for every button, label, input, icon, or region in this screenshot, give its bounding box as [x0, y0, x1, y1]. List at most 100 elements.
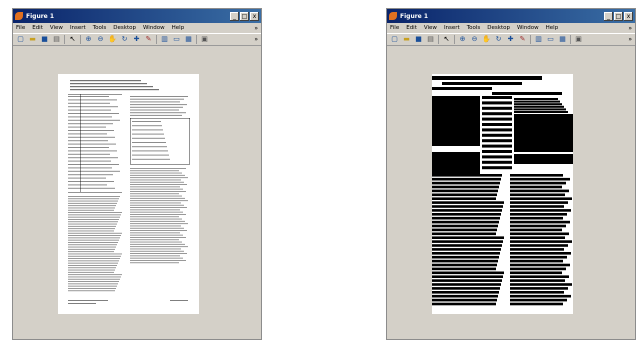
save-icon[interactable]: ■ [40, 35, 49, 44]
toolbar-overflow-icon[interactable]: » [628, 36, 632, 43]
maximize-button[interactable]: □ [240, 11, 249, 21]
text-line [130, 250, 184, 252]
text-line [68, 262, 118, 264]
zoom-in-icon[interactable]: ⊕ [84, 35, 93, 44]
rotate-icon[interactable]: ↻ [120, 35, 129, 44]
figure-canvas[interactable] [13, 46, 261, 339]
binary-line [432, 275, 503, 278]
menu-overflow-icon[interactable]: » [254, 25, 258, 32]
text-line [68, 207, 115, 209]
toolbar-overflow-icon[interactable]: » [254, 36, 258, 43]
menu-edit[interactable]: Edit [406, 25, 417, 31]
document-image-binarized-svg [432, 76, 573, 306]
text-line [68, 223, 117, 225]
save-icon[interactable]: ■ [414, 35, 423, 44]
binary-line [432, 302, 496, 306]
zoom-in-icon[interactable]: ⊕ [458, 35, 467, 44]
menu-insert[interactable]: Insert [444, 25, 460, 31]
new-file-icon[interactable]: ▢ [390, 35, 399, 44]
text-line [132, 158, 170, 160]
colorbar-icon[interactable]: ▥ [534, 35, 543, 44]
toolbar-separator [196, 35, 197, 44]
menu-desktop[interactable]: Desktop [487, 25, 510, 31]
rotate-icon[interactable]: ↻ [494, 35, 503, 44]
menu-tools[interactable]: Tools [93, 25, 107, 31]
text-line [68, 123, 113, 125]
minimize-button[interactable]: _ [604, 11, 613, 21]
text-line [132, 133, 164, 135]
text-line [130, 112, 186, 114]
close-button[interactable]: x [624, 11, 633, 21]
binary-line [510, 228, 562, 232]
text-line [130, 246, 188, 248]
dock-icon[interactable]: ▣ [574, 35, 583, 44]
title-bar[interactable]: Figure 1 _ □ x [387, 9, 635, 23]
text-line [68, 187, 115, 189]
binary-line [432, 228, 497, 232]
open-folder-icon[interactable]: ▬ [402, 35, 411, 44]
dock-icon[interactable]: ▣ [200, 35, 209, 44]
binary-line [510, 236, 565, 239]
data-cursor-icon[interactable]: ✚ [132, 35, 141, 44]
binary-line [510, 232, 569, 236]
pointer-icon[interactable]: ↖ [442, 35, 451, 44]
legend-icon[interactable]: ▭ [172, 35, 181, 44]
figure-window-original: Figure 1 _ □ x File Edit View Insert Too… [12, 8, 262, 340]
print-icon[interactable]: ▤ [426, 35, 435, 44]
legend-icon[interactable]: ▭ [546, 35, 555, 44]
menu-desktop[interactable]: Desktop [113, 25, 136, 31]
menu-file[interactable]: File [16, 25, 25, 31]
close-button[interactable]: x [250, 11, 259, 21]
menu-help[interactable]: Help [546, 25, 559, 31]
text-line [68, 237, 120, 239]
menu-help[interactable]: Help [172, 25, 185, 31]
text-line [130, 202, 181, 204]
binary-block [514, 114, 573, 152]
pan-icon[interactable]: ✋ [482, 35, 491, 44]
data-cursor-icon[interactable]: ✚ [506, 35, 515, 44]
binary-line [432, 255, 499, 259]
colorbar-icon[interactable]: ▥ [160, 35, 169, 44]
maximize-button[interactable]: □ [614, 11, 623, 21]
menu-view[interactable]: View [50, 25, 63, 31]
menu-window[interactable]: Window [143, 25, 165, 31]
figure-canvas[interactable] [387, 46, 635, 339]
text-line [130, 193, 179, 195]
menu-edit[interactable]: Edit [32, 25, 43, 31]
pan-icon[interactable]: ✋ [108, 35, 117, 44]
text-line [130, 234, 183, 236]
menu-window[interactable]: Window [517, 25, 539, 31]
zoom-out-icon[interactable]: ⊖ [470, 35, 479, 44]
plot-tools-icon[interactable]: ▦ [184, 35, 193, 44]
print-icon[interactable]: ▤ [52, 35, 61, 44]
text-line [68, 230, 114, 232]
binary-line [432, 87, 492, 90]
menu-insert[interactable]: Insert [70, 25, 86, 31]
binary-line [514, 103, 562, 106]
matlab-icon [389, 12, 397, 20]
text-line [130, 197, 185, 199]
text-line [68, 140, 108, 142]
menu-overflow-icon[interactable]: » [628, 25, 632, 32]
pointer-icon[interactable]: ↖ [68, 35, 77, 44]
title-bar[interactable]: Figure 1 _ □ x [13, 9, 261, 23]
menu-tools[interactable]: Tools [467, 25, 481, 31]
menu-view[interactable]: View [424, 25, 437, 31]
text-line [68, 113, 119, 114]
document-image-binarized [432, 74, 573, 314]
brush-icon[interactable]: ✎ [518, 35, 527, 44]
open-folder-icon[interactable]: ▬ [28, 35, 37, 44]
new-file-icon[interactable]: ▢ [16, 35, 25, 44]
text-line [68, 184, 107, 186]
plot-tools-icon[interactable]: ▦ [558, 35, 567, 44]
binary-line [514, 111, 568, 113]
menu-file[interactable]: File [390, 25, 399, 31]
binary-line [482, 139, 512, 143]
text-line [68, 102, 110, 104]
minimize-button[interactable]: _ [230, 11, 239, 21]
text-line [130, 253, 187, 254]
zoom-out-icon[interactable]: ⊖ [96, 35, 105, 44]
text-line [130, 225, 181, 227]
brush-icon[interactable]: ✎ [144, 35, 153, 44]
text-line [130, 248, 181, 250]
